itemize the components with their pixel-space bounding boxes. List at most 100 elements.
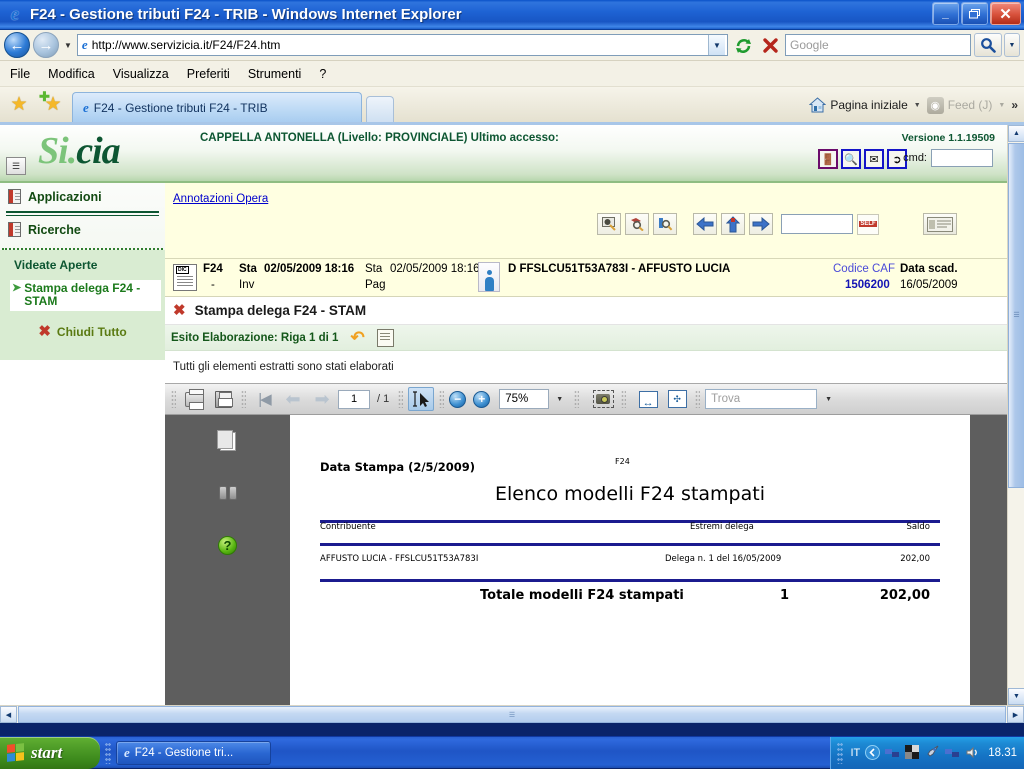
toolbar-grip[interactable]	[439, 390, 444, 408]
restore-button[interactable]	[961, 2, 988, 25]
home-dropdown-icon[interactable]: ▼	[914, 102, 921, 109]
cmd-input[interactable]	[931, 149, 993, 167]
envelope-icon[interactable]: ✉	[864, 149, 884, 169]
exit-door-icon[interactable]: 🚪	[818, 149, 838, 169]
clock[interactable]: 18.31	[988, 747, 1017, 759]
menu-item-help[interactable]: ?	[319, 67, 326, 81]
self-icon[interactable]: SELF	[857, 214, 879, 235]
menu-item-strumenti[interactable]: Strumenti	[248, 67, 302, 81]
start-button[interactable]: start	[0, 737, 100, 769]
horizontal-scroll-thumb[interactable]: ☰	[18, 706, 1006, 723]
taskbar-item-ie[interactable]: e F24 - Gestione tri...	[116, 741, 271, 765]
stop-icon[interactable]	[758, 33, 782, 57]
find-input[interactable]: Trova	[705, 389, 817, 409]
page-vertical-scrollbar[interactable]: ▲ ☰ ▼	[1007, 125, 1024, 705]
help-icon[interactable]: ?	[216, 533, 240, 557]
next-record-icon[interactable]	[749, 213, 773, 235]
menu-item-modifica[interactable]: Modifica	[48, 67, 95, 81]
user-info-line: CAPPELLA ANTONELLA (Livello: PROVINCIALE…	[200, 132, 559, 144]
pages-panel-icon[interactable]	[216, 429, 240, 453]
pdf-page[interactable]: Data Stampa (2/5/2009) F24 Elenco modell…	[290, 415, 970, 705]
rocket-icon[interactable]	[925, 745, 940, 760]
open-screen-item[interactable]: ➤ Stampa delega F24 - STAM	[10, 280, 161, 311]
toolbar-grip[interactable]	[241, 390, 246, 408]
search-input[interactable]: Google	[785, 34, 971, 56]
window-title-bar[interactable]: e F24 - Gestione tributi F24 - TRIB - Wi…	[0, 0, 1024, 30]
text-select-cursor-icon[interactable]	[408, 387, 434, 411]
collapse-panel-icon[interactable]: ☰	[6, 157, 26, 175]
home-button[interactable]: Pagina iniziale	[809, 97, 907, 113]
volume-icon[interactable]	[965, 745, 980, 760]
id-card-icon[interactable]	[923, 213, 957, 235]
scroll-down-arrow-icon[interactable]: ▼	[1008, 688, 1024, 705]
doc-title: Elenco modelli F24 stampati	[290, 483, 970, 505]
display-icon[interactable]	[905, 745, 920, 760]
tray-grip[interactable]	[837, 742, 843, 764]
fit-width-icon[interactable]	[635, 387, 661, 411]
new-tab-button[interactable]	[366, 96, 394, 122]
menu-item-visualizza[interactable]: Visualizza	[113, 67, 169, 81]
refresh-icon[interactable]	[731, 33, 755, 57]
page-horizontal-scrollbar[interactable]: ◀ ☰ ▶	[0, 705, 1024, 723]
page-number-input[interactable]: 1	[338, 390, 370, 409]
zoom-out-icon[interactable]: −	[449, 391, 466, 408]
detail-search-icon[interactable]	[653, 213, 677, 235]
snapshot-camera-icon[interactable]	[590, 387, 616, 411]
print-icon[interactable]	[181, 387, 207, 411]
tab-f24[interactable]: e F24 - Gestione tributi F24 - TRIB	[72, 92, 362, 122]
scroll-left-arrow-icon[interactable]: ◀	[0, 706, 17, 723]
search-record-icon[interactable]	[625, 213, 649, 235]
binoculars-icon[interactable]	[216, 481, 240, 505]
next-page-icon[interactable]: ➡	[309, 387, 335, 411]
toolbar-grip[interactable]	[574, 390, 579, 408]
scroll-right-arrow-icon[interactable]: ▶	[1007, 706, 1024, 723]
search-options-dropdown[interactable]: ▼	[1004, 33, 1020, 57]
zoom-dropdown-icon[interactable]: ▼	[556, 396, 563, 403]
zoom-in-icon[interactable]: +	[473, 391, 490, 408]
close-all-button[interactable]: ✖ Chiudi Tutto	[0, 325, 165, 339]
minimize-button[interactable]: _	[932, 2, 959, 25]
previous-page-icon[interactable]: ⬅	[280, 387, 306, 411]
fit-page-icon[interactable]: ✣	[664, 387, 690, 411]
sidebar-item-applicazioni[interactable]: Applicazioni	[0, 183, 165, 210]
star-icon[interactable]: ★	[6, 91, 32, 117]
first-page-icon[interactable]: |◀	[251, 387, 277, 411]
toolbar-grip[interactable]	[398, 390, 403, 408]
history-dropdown-icon[interactable]: ▼	[64, 41, 72, 50]
sidebar-item-ricerche[interactable]: Ricerche	[0, 216, 165, 243]
undo-arrow-icon[interactable]: ↶	[350, 331, 364, 345]
toolbar-overflow-icon[interactable]: »	[1011, 98, 1018, 112]
find-dropdown-icon[interactable]: ▼	[825, 396, 832, 403]
toolbar-grip[interactable]	[171, 390, 176, 408]
show-hidden-icon[interactable]	[865, 745, 880, 760]
zoom-level-input[interactable]: 75%	[499, 389, 549, 409]
language-indicator[interactable]: IT	[850, 747, 860, 759]
taskbar-grip[interactable]	[105, 742, 111, 764]
record-input[interactable]	[781, 214, 853, 234]
url-input[interactable]: e http://www.servizicia.it/F24/F24.htm ▼	[77, 34, 728, 56]
network2-icon[interactable]	[945, 745, 960, 760]
forward-arrow-icon[interactable]: →	[33, 32, 59, 58]
menu-item-file[interactable]: File	[10, 67, 30, 81]
url-dropdown-icon[interactable]: ▼	[708, 35, 725, 55]
doc-rule-bottom	[320, 579, 940, 582]
annotazioni-opera-link[interactable]: Annotazioni Opera	[173, 193, 268, 205]
star-plus-icon[interactable]: ★✚	[40, 91, 66, 117]
search-go-button[interactable]	[974, 33, 1002, 57]
menu-item-preferiti[interactable]: Preferiti	[187, 67, 230, 81]
close-x-icon[interactable]: ✖	[173, 304, 186, 318]
toolbar-grip[interactable]	[695, 390, 700, 408]
network-icon[interactable]	[885, 745, 900, 760]
save-icon[interactable]	[210, 387, 236, 411]
search-doc-icon[interactable]: 🔍	[841, 149, 861, 169]
preview-icon[interactable]	[597, 213, 621, 235]
close-button[interactable]: ✕	[990, 2, 1021, 25]
toolbar-grip[interactable]	[621, 390, 626, 408]
back-arrow-icon[interactable]: ←	[4, 32, 30, 58]
prev-record-icon[interactable]	[693, 213, 717, 235]
edit-note-icon[interactable]	[377, 329, 394, 347]
esito-label: Esito Elaborazione: Riga 1 di 1	[171, 332, 338, 344]
scroll-up-arrow-icon[interactable]: ▲	[1008, 125, 1024, 142]
up-record-icon[interactable]	[721, 213, 745, 235]
vertical-scroll-thumb[interactable]: ☰	[1008, 143, 1024, 488]
